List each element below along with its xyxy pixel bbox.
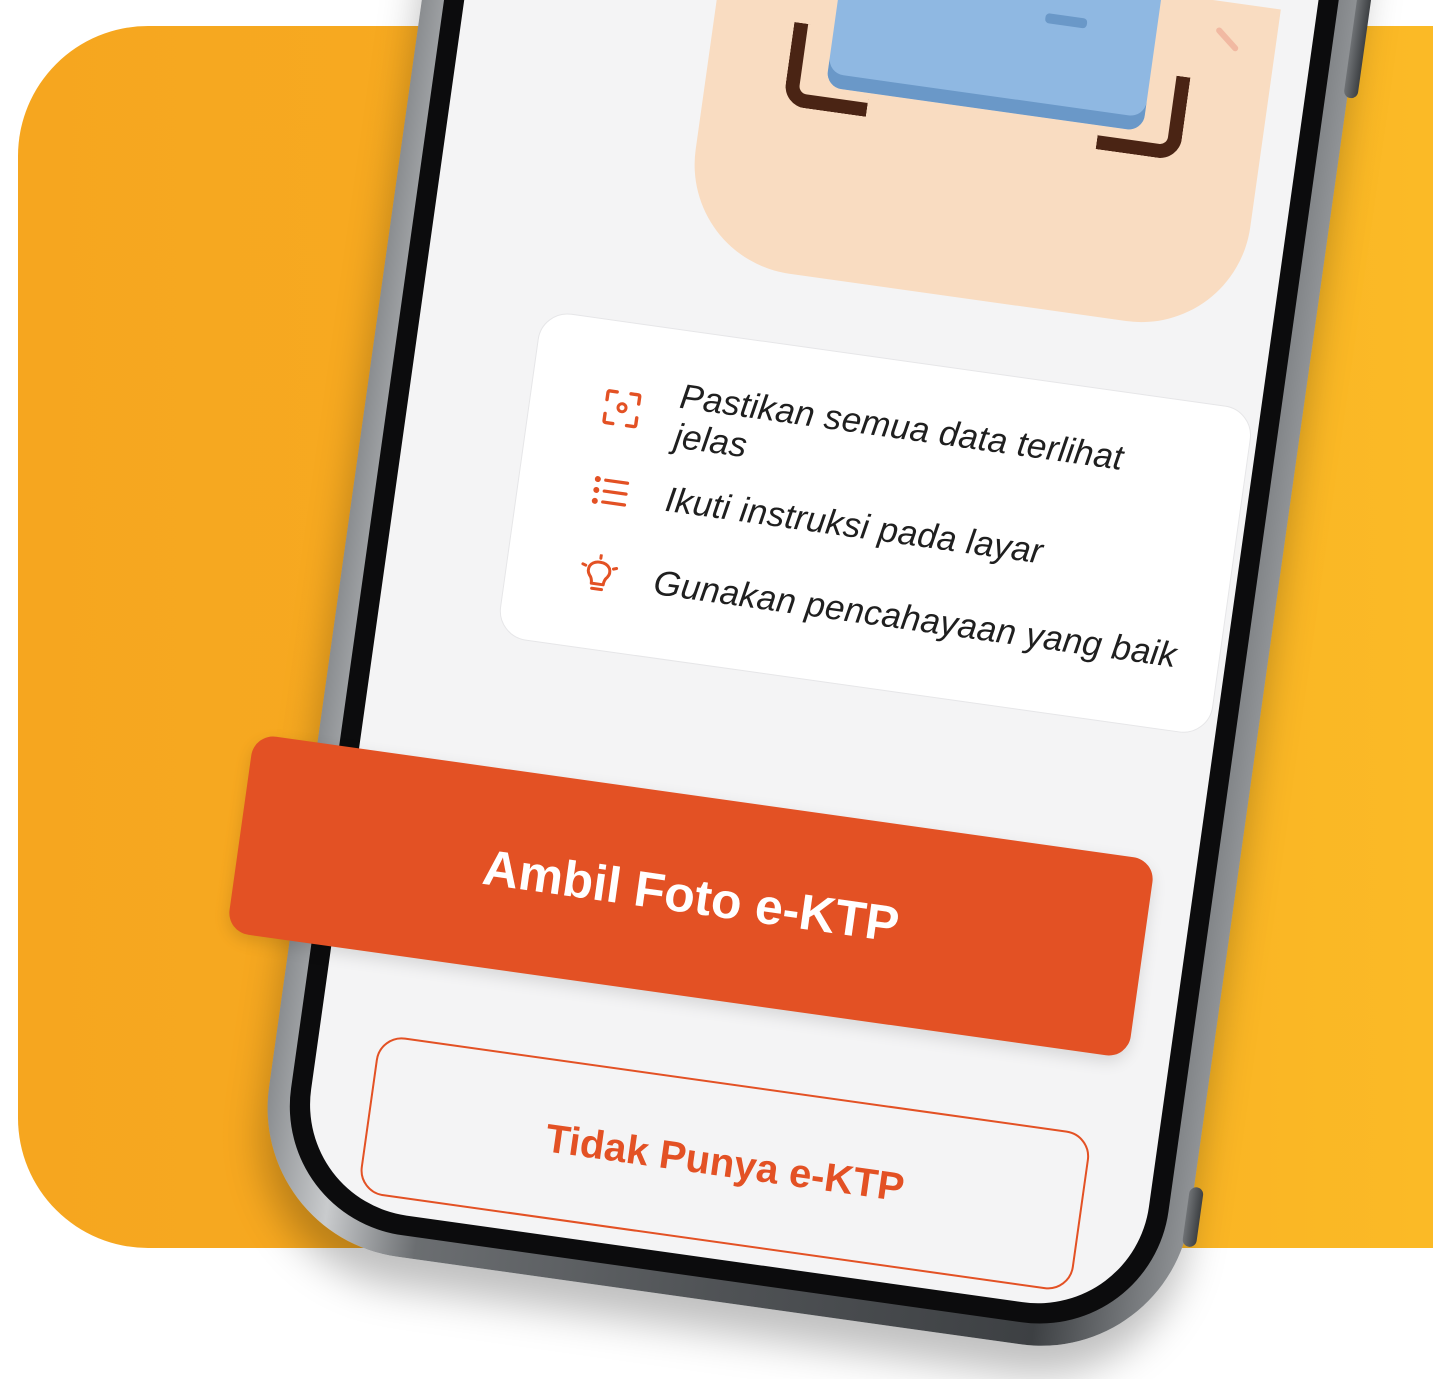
phone-screen: Pastikan semua data terlihat jelas Ikuti… bbox=[295, 0, 1395, 1318]
lightbulb-icon bbox=[574, 550, 624, 600]
scan-frame-corner-left bbox=[782, 21, 878, 117]
scan-focus-icon bbox=[597, 384, 647, 434]
no-ektp-button[interactable]: Tidak Punya e-KTP bbox=[357, 1034, 1093, 1293]
side-button bbox=[1343, 0, 1374, 100]
phone-scene: Pastikan semua data terlihat jelas Ikuti… bbox=[0, 0, 1433, 1379]
sparkle-icon bbox=[1214, 26, 1240, 53]
ektp-scan-illustration bbox=[680, 0, 1281, 337]
phone-device: Pastikan semua data terlihat jelas Ikuti… bbox=[248, 0, 1433, 1366]
side-button-lower bbox=[1181, 1186, 1205, 1248]
tips-card: Pastikan semua data terlihat jelas Ikuti… bbox=[495, 309, 1255, 737]
scan-frame-corner-right bbox=[1095, 65, 1191, 161]
list-icon bbox=[585, 467, 635, 517]
phone-bezel: Pastikan semua data terlihat jelas Ikuti… bbox=[272, 0, 1418, 1341]
